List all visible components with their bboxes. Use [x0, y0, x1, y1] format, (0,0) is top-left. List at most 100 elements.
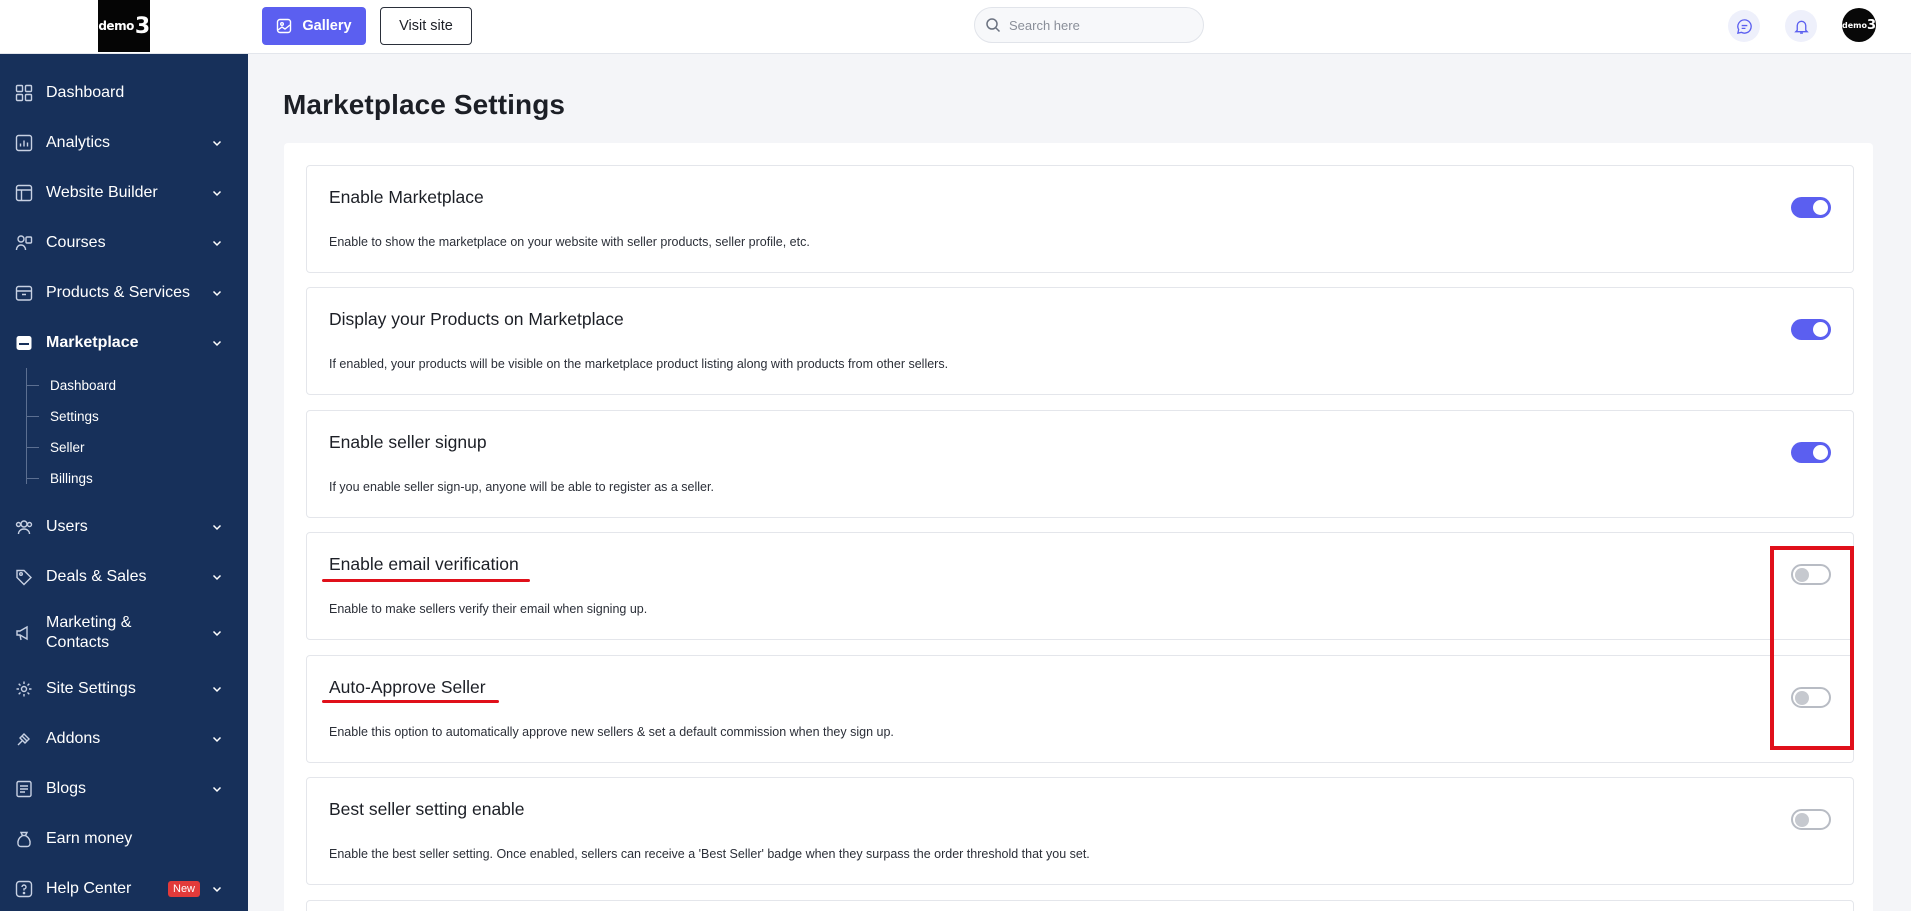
chevron-down-icon [212, 786, 222, 793]
chevron-down-icon [212, 886, 222, 893]
sidebar-nav: Dashboard Analytics Website Builder Cour… [0, 54, 248, 911]
logo-text: demo [98, 19, 134, 33]
setting-card-next [306, 900, 1854, 911]
annotation-underline-auto-approve [322, 700, 499, 703]
avatar[interactable]: demo 3 [1842, 8, 1876, 42]
sidebar-item-label: Dashboard [46, 84, 125, 101]
submenu-item-settings[interactable]: Settings [27, 401, 248, 432]
setting-card-email-verification: Enable email verification Enable to make… [306, 532, 1854, 640]
chevron-down-icon [212, 340, 222, 347]
sidebar-item-earn-money[interactable]: Earn money [0, 814, 248, 864]
gear-icon [15, 680, 33, 698]
help-icon [15, 880, 33, 898]
avatar-text: demo [1842, 20, 1867, 30]
setting-title: Enable seller signup [329, 432, 487, 452]
sidebar-item-label: Site Settings [46, 680, 136, 697]
sidebar-item-users[interactable]: Users [0, 502, 248, 552]
avatar-digit: 3 [1866, 17, 1876, 33]
setting-card-display-products: Display your Products on Marketplace If … [306, 287, 1854, 395]
notification-bell-icon[interactable] [1785, 10, 1817, 42]
sidebar-item-label: Marketing & Contacts [46, 614, 132, 651]
gallery-icon [276, 18, 292, 34]
display-products-toggle[interactable] [1791, 319, 1831, 340]
chevron-down-icon [212, 574, 222, 581]
sidebar-item-blogs[interactable]: Blogs [0, 764, 248, 814]
search-icon [985, 17, 1001, 33]
sidebar-item-website-builder[interactable]: Website Builder [0, 168, 248, 218]
tag-icon [15, 568, 33, 586]
sidebar-item-label: Website Builder [46, 184, 158, 201]
blogs-icon [15, 780, 33, 798]
submenu-item-seller[interactable]: Seller [27, 432, 248, 463]
setting-title: Enable email verification [329, 554, 519, 574]
sidebar-item-marketplace[interactable]: Marketplace [0, 318, 248, 368]
brand-logo[interactable]: demo 3 [98, 0, 150, 52]
annotation-underline-email-verification [322, 579, 530, 582]
submenu-item-dashboard[interactable]: Dashboard [27, 370, 248, 401]
setting-card-enable-marketplace: Enable Marketplace Enable to show the ma… [306, 165, 1854, 273]
enable-marketplace-toggle[interactable] [1791, 197, 1831, 218]
search-input[interactable] [1009, 17, 1189, 33]
gallery-label: Gallery [302, 18, 352, 34]
courses-icon [15, 234, 33, 252]
chevron-down-icon [212, 240, 222, 247]
setting-description: If enabled, your products will be visibl… [329, 357, 949, 371]
analytics-icon [15, 134, 33, 152]
sidebar-item-addons[interactable]: Addons [0, 714, 248, 764]
sidebar-item-label: Marketplace [46, 334, 139, 351]
page-title: Marketplace Settings [283, 89, 566, 120]
sidebar-item-courses[interactable]: Courses [0, 218, 248, 268]
chevron-down-icon [212, 290, 222, 297]
top-bar: Gallery Visit site demo3 [248, 0, 1911, 54]
chevron-down-icon [212, 686, 222, 693]
toggle-knob [1813, 200, 1828, 215]
sidebar-item-marketing-contacts[interactable]: Marketing & Contacts [0, 602, 248, 664]
setting-description: If you enable seller sign-up, anyone wil… [329, 480, 714, 494]
gallery-button[interactable]: Gallery [262, 7, 366, 45]
toggle-knob [1795, 812, 1809, 827]
sidebar: demo 3 Dashboard Analytics Website Builde… [0, 0, 248, 911]
visit-site-button[interactable]: Visit site [380, 7, 472, 45]
products-box-icon [15, 284, 33, 302]
sidebar-item-label: Deals & Sales [46, 568, 147, 585]
logo-area: demo 3 [0, 0, 248, 54]
logo-digit: 3 [134, 13, 150, 39]
setting-card-seller-signup: Enable seller signup If you enable selle… [306, 410, 1854, 518]
search-box[interactable] [974, 7, 1204, 43]
setting-title: Best seller setting enable [329, 799, 525, 819]
setting-description: Enable to show the marketplace on your w… [329, 235, 810, 249]
marketplace-store-icon [15, 334, 33, 352]
megaphone-icon [15, 624, 33, 642]
setting-card-best-seller: Best seller setting enable Enable the be… [306, 777, 1854, 885]
setting-title: Enable Marketplace [329, 187, 484, 207]
marketplace-submenu: Dashboard Settings Seller Billings [0, 368, 248, 502]
chevron-down-icon [212, 630, 222, 637]
sidebar-item-analytics[interactable]: Analytics [0, 118, 248, 168]
sidebar-item-label: Courses [46, 234, 106, 251]
sidebar-item-deals-sales[interactable]: Deals & Sales [0, 552, 248, 602]
sidebar-item-dashboard[interactable]: Dashboard [0, 68, 248, 118]
setting-description: Enable this option to automatically appr… [329, 725, 894, 739]
seller-signup-toggle[interactable] [1791, 442, 1831, 463]
sidebar-item-label: Analytics [46, 134, 111, 151]
sidebar-item-help-center[interactable]: Help Center New [0, 864, 248, 911]
toggle-knob [1813, 445, 1828, 460]
addons-icon [15, 730, 33, 748]
money-bag-icon [15, 830, 33, 848]
setting-title: Auto-Approve Seller [329, 677, 486, 697]
new-badge: New [168, 881, 201, 897]
sidebar-item-label: Products & Services [46, 284, 191, 301]
setting-description: Enable the best seller setting. Once ena… [329, 847, 1090, 861]
submenu-item-billings[interactable]: Billings [27, 463, 248, 494]
chevron-down-icon [212, 140, 222, 147]
setting-card-auto-approve-seller: Auto-Approve Seller Enable this option t… [306, 655, 1854, 763]
annotation-highlight-box [1770, 546, 1854, 750]
best-seller-toggle[interactable] [1791, 809, 1831, 830]
sidebar-item-products-services[interactable]: Products & Services [0, 268, 248, 318]
messages-icon[interactable] [1728, 10, 1760, 42]
chevron-down-icon [212, 736, 222, 743]
chevron-down-icon [212, 524, 222, 531]
sidebar-item-site-settings[interactable]: Site Settings [0, 664, 248, 714]
setting-description: Enable to make sellers verify their emai… [329, 602, 648, 616]
setting-title: Display your Products on Marketplace [329, 309, 624, 329]
